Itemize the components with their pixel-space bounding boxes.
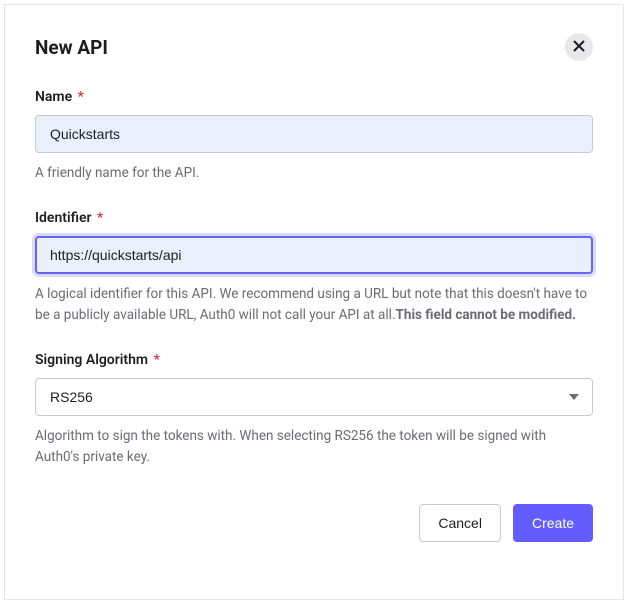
algorithm-select[interactable]: RS256 xyxy=(35,378,593,416)
close-icon xyxy=(573,39,585,55)
new-api-dialog: New API Name * A friendly name for the A… xyxy=(4,4,624,600)
name-help-text: A friendly name for the API. xyxy=(35,163,593,184)
identifier-field-group: Identifier * A logical identifier for th… xyxy=(35,210,593,326)
name-label: Name * xyxy=(35,89,593,105)
algorithm-help-text: Algorithm to sign the tokens with. When … xyxy=(35,426,593,468)
dialog-footer: Cancel Create xyxy=(35,504,593,542)
create-button[interactable]: Create xyxy=(513,504,593,542)
name-input[interactable] xyxy=(35,115,593,153)
close-button[interactable] xyxy=(565,33,593,61)
identifier-label: Identifier * xyxy=(35,210,593,226)
identifier-help-text-b: This field cannot be modified. xyxy=(396,307,577,323)
algorithm-field-group: Signing Algorithm * RS256 Algorithm to s… xyxy=(35,352,593,468)
dialog-header: New API xyxy=(35,33,593,61)
identifier-input[interactable] xyxy=(35,236,593,274)
name-label-text: Name xyxy=(35,89,72,105)
cancel-button[interactable]: Cancel xyxy=(419,504,501,542)
name-field-group: Name * A friendly name for the API. xyxy=(35,89,593,184)
algorithm-label-text: Signing Algorithm xyxy=(35,352,148,368)
required-indicator: * xyxy=(97,210,103,226)
identifier-label-text: Identifier xyxy=(35,210,92,226)
required-indicator: * xyxy=(154,352,160,368)
identifier-help-text: A logical identifier for this API. We re… xyxy=(35,284,593,326)
algorithm-label: Signing Algorithm * xyxy=(35,352,593,368)
required-indicator: * xyxy=(78,89,84,105)
algorithm-select-wrapper: RS256 xyxy=(35,378,593,416)
dialog-title: New API xyxy=(35,36,108,59)
